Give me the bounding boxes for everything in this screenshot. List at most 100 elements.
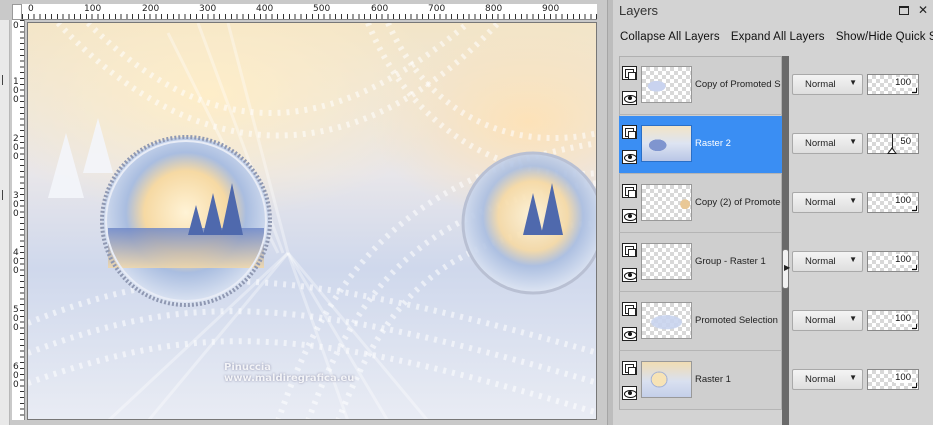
dropdown-arrow-icon: ▼ [849, 78, 857, 87]
layer-thumbnail [641, 361, 692, 398]
opacity-field[interactable]: 100 [867, 251, 919, 272]
blend-mode-dropdown[interactable]: Normal ▼ [792, 74, 863, 95]
ruler-label: 2 0 0 [13, 134, 19, 162]
ruler-label: 900 [542, 4, 560, 14]
ruler-label: 100 [84, 4, 102, 14]
opacity-value: 100 [894, 254, 912, 265]
layer-stack-icon[interactable] [622, 66, 637, 80]
edge-mark [2, 190, 8, 200]
layer-name[interactable]: Group - Raster 1 [695, 256, 781, 267]
layer-row[interactable]: Copy (2) of Promoted [619, 175, 782, 233]
visibility-eye-icon[interactable] [622, 386, 637, 400]
opacity-field[interactable]: 100 [867, 192, 919, 213]
blend-mode-value: Normal [805, 138, 836, 149]
ruler-label: 6 0 0 [13, 362, 19, 390]
layer-name[interactable]: Promoted Selection [695, 315, 781, 326]
opacity-field[interactable]: 100 [867, 74, 919, 95]
ruler-label: 500 [313, 4, 331, 14]
opacity-slider-handle-icon[interactable] [887, 147, 897, 154]
layer-row[interactable]: Promoted Selection [619, 293, 782, 351]
watermark-line: Pinuccia [224, 362, 272, 373]
collapse-all-layers-button[interactable]: Collapse All Layers [620, 31, 720, 43]
watermark: Pinuccia www.maldiregrafica.eu [224, 362, 354, 384]
blend-mode-dropdown[interactable]: Normal ▼ [792, 251, 863, 272]
expand-all-layers-button[interactable]: Expand All Layers [731, 31, 825, 43]
layer-row[interactable]: Copy of Promoted Sele [619, 57, 782, 115]
opacity-value: 100 [894, 372, 912, 383]
blend-mode-value: Normal [805, 79, 836, 90]
layers-panel: Layers ✕ Collapse All Layers Expand All … [613, 0, 933, 425]
ruler-vertical: 0 1 0 0 2 0 0 3 0 0 4 0 0 5 0 0 6 0 0 [12, 20, 25, 420]
visibility-eye-icon[interactable] [622, 268, 637, 282]
ruler-label: 200 [142, 4, 160, 14]
resize-corner-icon [912, 206, 917, 211]
ruler-horizontal: 0 100 200 300 400 500 600 700 800 900 [22, 4, 597, 20]
layer-stack-icon[interactable] [622, 184, 637, 198]
opacity-value: 100 [894, 313, 912, 324]
dropdown-arrow-icon: ▼ [849, 196, 857, 205]
visibility-eye-icon[interactable] [622, 150, 637, 164]
canvas-artwork [28, 23, 596, 419]
ruler-label: 4 0 0 [13, 248, 19, 276]
blend-mode-dropdown[interactable]: Normal ▼ [792, 310, 863, 331]
ruler-corner [12, 4, 22, 20]
layer-stack-icon[interactable] [622, 361, 637, 375]
opacity-field[interactable]: 100 [867, 369, 919, 390]
blend-mode-value: Normal [805, 374, 836, 385]
ruler-ticks [22, 14, 597, 19]
show-hide-quick-search-button[interactable]: Show/Hide Quick Sea [836, 31, 933, 43]
image-canvas[interactable]: Pinuccia www.maldiregrafica.eu [27, 22, 597, 420]
ruler-label: 0 [13, 21, 19, 31]
layer-row[interactable]: Group - Raster 1 [619, 234, 782, 292]
watermark-line: www.maldiregrafica.eu [224, 373, 355, 384]
ruler-ticks [20, 20, 24, 420]
layer-name[interactable]: Raster 1 [695, 374, 781, 385]
dropdown-arrow-icon: ▼ [849, 373, 857, 382]
layer-thumbnail [641, 184, 692, 221]
maximize-icon[interactable] [899, 6, 909, 15]
layer-name[interactable]: Copy (2) of Promoted [695, 197, 781, 208]
ruler-label: 300 [199, 4, 217, 14]
opacity-value: 50 [899, 136, 912, 147]
left-edge-strip [0, 20, 10, 425]
ruler-label: 600 [371, 4, 389, 14]
layer-row[interactable]: Raster 1 [619, 352, 782, 410]
ruler-label: 400 [256, 4, 274, 14]
ruler-label: 0 [28, 4, 34, 14]
blend-mode-dropdown[interactable]: Normal ▼ [792, 369, 863, 390]
palette-divider[interactable] [782, 56, 789, 425]
dropdown-arrow-icon: ▼ [849, 137, 857, 146]
blend-mode-dropdown[interactable]: Normal ▼ [792, 192, 863, 213]
resize-corner-icon [912, 324, 917, 329]
layer-stack-icon[interactable] [622, 125, 637, 139]
blend-mode-dropdown[interactable]: Normal ▼ [792, 133, 863, 154]
opacity-slider-field[interactable]: 50 [867, 133, 919, 154]
layer-stack-icon[interactable] [622, 243, 637, 257]
ruler-label: 3 0 0 [13, 191, 19, 219]
layer-thumbnail [641, 243, 692, 280]
blend-mode-value: Normal [805, 315, 836, 326]
resize-corner-icon [912, 265, 917, 270]
visibility-eye-icon[interactable] [622, 91, 637, 105]
ruler-label: 800 [485, 4, 503, 14]
resize-corner-icon [912, 383, 917, 388]
layers-toolbar: Collapse All Layers Expand All Layers Sh… [620, 31, 933, 43]
layer-name[interactable]: Copy of Promoted Sele [695, 79, 781, 90]
layer-thumbnail [641, 125, 692, 162]
close-icon[interactable]: ✕ [917, 4, 929, 16]
layer-stack-icon[interactable] [622, 302, 637, 316]
expand-arrow-icon[interactable]: ▶ [784, 263, 790, 272]
visibility-eye-icon[interactable] [622, 209, 637, 223]
opacity-field[interactable]: 100 [867, 310, 919, 331]
ruler-label: 1 0 0 [13, 77, 19, 105]
blend-mode-value: Normal [805, 197, 836, 208]
visibility-eye-icon[interactable] [622, 327, 637, 341]
dropdown-arrow-icon: ▼ [849, 314, 857, 323]
panel-title: Layers [619, 3, 659, 18]
resize-corner-icon [912, 88, 917, 93]
layer-name[interactable]: Raster 2 [695, 138, 781, 149]
layer-row-selected[interactable]: Raster 2 [619, 116, 782, 174]
layer-thumbnail [641, 302, 692, 339]
dropdown-arrow-icon: ▼ [849, 255, 857, 264]
canvas-window: 0 100 200 300 400 500 600 700 800 900 0 … [0, 0, 607, 425]
